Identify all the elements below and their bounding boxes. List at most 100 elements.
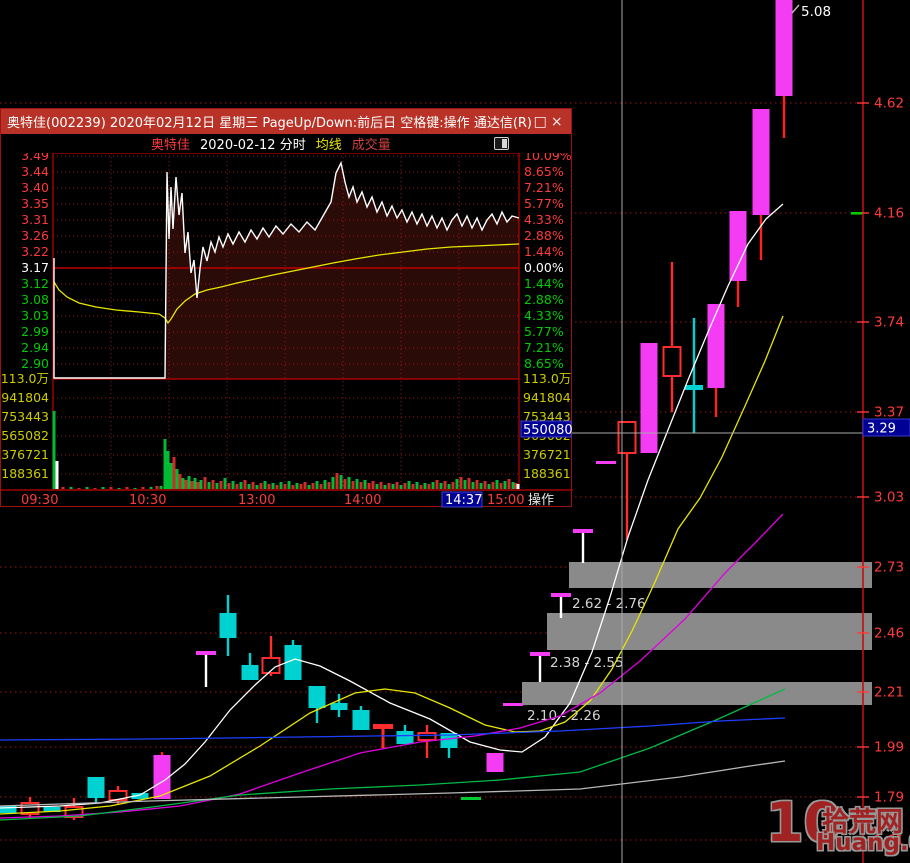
volume-bar bbox=[395, 482, 399, 489]
price-label: 3.17 bbox=[21, 260, 49, 275]
candle-body-down bbox=[87, 777, 105, 798]
price-label: 3.31 bbox=[21, 212, 49, 227]
tee-top bbox=[373, 724, 393, 729]
doji-bar bbox=[685, 385, 703, 390]
volume-bar bbox=[439, 483, 443, 489]
volume-label: 113.0万 bbox=[523, 371, 571, 386]
price-label: 3.49 bbox=[21, 153, 49, 163]
tdx-application: 2.62 - 2.76 2.38 - 2.55 2.10 - 2.26 4.62 4.1… bbox=[0, 0, 910, 863]
volume-bar bbox=[371, 481, 375, 489]
volume-bar bbox=[516, 484, 520, 489]
percent-label: 5.77% bbox=[524, 196, 564, 211]
percent-label: 1.44% bbox=[524, 244, 564, 259]
percent-label: 4.33% bbox=[524, 308, 564, 323]
action-button[interactable]: 操作 bbox=[528, 492, 554, 508]
volume-highlight-value: 550080 bbox=[523, 423, 573, 438]
volume-label: 565082 bbox=[1, 428, 49, 443]
volume-bar bbox=[451, 482, 455, 489]
volume-bar bbox=[133, 488, 137, 489]
candle bbox=[530, 652, 550, 682]
percent-label: 2.88% bbox=[524, 292, 564, 307]
volume-bar bbox=[85, 487, 89, 489]
volume-bar bbox=[447, 484, 451, 489]
volume-bar bbox=[375, 484, 379, 489]
candle-body-down bbox=[352, 710, 370, 730]
volume-bar bbox=[391, 484, 395, 489]
axis-price-label: 2.46 bbox=[874, 626, 904, 642]
percent-label: 8.65% bbox=[524, 356, 564, 371]
volume-bar bbox=[267, 484, 271, 489]
volume-bar bbox=[181, 478, 185, 489]
volume-label: 753443 bbox=[1, 409, 49, 424]
time-label: 13:00 bbox=[238, 493, 275, 508]
candle bbox=[503, 703, 523, 706]
volume-bar bbox=[339, 475, 343, 489]
intraday-fill bbox=[54, 163, 519, 379]
price-label: 3.44 bbox=[21, 164, 49, 179]
one-price-dash bbox=[503, 703, 523, 706]
volume-bar bbox=[101, 487, 105, 489]
volume-bar bbox=[511, 482, 515, 489]
time-highlight-value: 14:37 bbox=[445, 493, 482, 508]
right-labels: 10.09%8.65%7.21%5.77%4.33%2.88%1.44%0.00… bbox=[520, 153, 573, 481]
volume-bar bbox=[347, 477, 351, 489]
volume-bar bbox=[77, 488, 81, 489]
volume-bar bbox=[319, 484, 323, 489]
candle-body-hollow bbox=[617, 421, 637, 454]
prevclose-axis-tick bbox=[851, 212, 862, 215]
candle bbox=[308, 686, 326, 723]
volume-bar bbox=[61, 487, 65, 489]
price-label: 3.22 bbox=[21, 244, 49, 259]
volume-bar bbox=[178, 474, 182, 489]
percent-label: 1.44% bbox=[524, 276, 564, 291]
volume-bar bbox=[323, 480, 327, 489]
volume-bar bbox=[355, 479, 359, 489]
volume-bar bbox=[307, 485, 311, 489]
volume-bar bbox=[351, 481, 355, 489]
legend-date-mode[interactable]: 2020-02-12 分时 bbox=[200, 134, 306, 153]
watermark-logo: 10 拾荒网 Huang.CN bbox=[766, 794, 910, 863]
volume-bar bbox=[427, 484, 431, 489]
candle bbox=[153, 752, 171, 799]
time-axis: 09:30 10:30 13:00 14:00 15:00 14:37 操作 bbox=[21, 491, 554, 508]
legend-ma[interactable]: 均线 bbox=[316, 134, 342, 153]
panel-toggle-icon[interactable] bbox=[494, 137, 509, 150]
close-window-icon[interactable]: × bbox=[549, 114, 566, 130]
candle-body-up bbox=[729, 211, 747, 281]
intraday-legend: 奥特佳 2020-02-12 分时 均线 成交量 bbox=[1, 134, 571, 153]
volume-bar bbox=[315, 481, 319, 489]
intraday-title-bar[interactable]: 奥特佳(002239) 2020年02月12日 星期三 PageUp/Down:… bbox=[1, 109, 571, 134]
restore-window-icon[interactable]: □ bbox=[532, 114, 549, 130]
volume-bar bbox=[415, 482, 419, 489]
volume-bar bbox=[495, 480, 499, 489]
volume-label: 941804 bbox=[523, 390, 571, 405]
volume-bar bbox=[169, 463, 173, 489]
volume-bar bbox=[247, 484, 251, 489]
price-zone-label: 2.62 - 2.76 bbox=[572, 596, 646, 612]
volume-bar bbox=[471, 482, 475, 489]
price-label: 3.35 bbox=[21, 196, 49, 211]
volume-bar bbox=[311, 483, 315, 489]
volume-label: 188361 bbox=[1, 466, 49, 481]
volume-bar bbox=[184, 480, 188, 489]
candle bbox=[396, 725, 414, 744]
ma-magenta bbox=[0, 513, 784, 819]
candle bbox=[752, 109, 770, 260]
candle bbox=[196, 651, 216, 687]
volume-bar bbox=[207, 482, 211, 489]
volume-bar bbox=[93, 488, 97, 489]
axis-price-label: 3.03 bbox=[874, 490, 904, 506]
candle-body-up bbox=[640, 343, 658, 453]
volume-bar bbox=[467, 478, 471, 489]
volume-bar bbox=[343, 479, 347, 489]
volume-bar bbox=[491, 482, 495, 489]
legend-volume[interactable]: 成交量 bbox=[352, 134, 391, 153]
intraday-window: 奥特佳(002239) 2020年02月12日 星期三 PageUp/Down:… bbox=[0, 108, 573, 508]
volume-bar bbox=[423, 483, 427, 489]
volume-bar bbox=[299, 484, 303, 489]
candle bbox=[486, 753, 504, 772]
candle-body-down bbox=[330, 703, 348, 710]
volume-bar bbox=[199, 480, 203, 489]
high-price-label: 5.08 bbox=[791, 4, 831, 20]
volume-bar bbox=[383, 485, 387, 489]
